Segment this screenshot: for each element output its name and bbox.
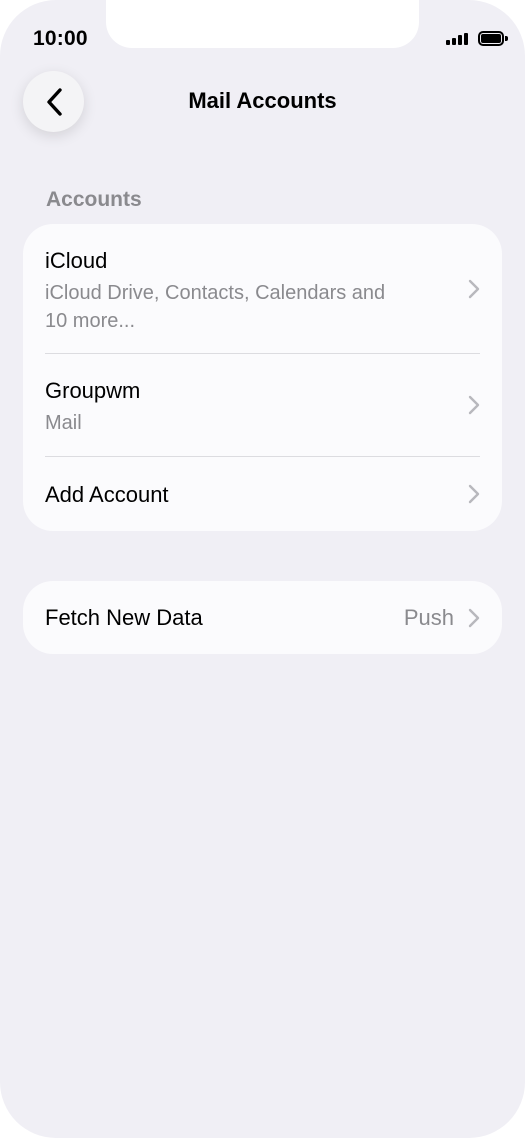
fetch-row-content: Fetch New Data Push (23, 581, 502, 654)
account-row-icloud[interactable]: iCloud iCloud Drive, Contacts, Calendars… (23, 224, 502, 353)
fetch-new-data-label: Fetch New Data (45, 605, 203, 630)
account-row-groupwm[interactable]: Groupwm Mail (23, 354, 502, 456)
fetch-new-data-value: Push (403, 605, 454, 630)
page-title: Mail Accounts (188, 88, 337, 113)
add-account-label: Add Account (45, 482, 169, 507)
account-subtitle: Mail (45, 412, 82, 434)
notch (106, 0, 419, 48)
chevron-right-icon (468, 608, 480, 628)
account-subtitle-more: 10 more... (45, 310, 136, 332)
chevron-right-icon (468, 395, 480, 415)
status-time: 10:00 (33, 27, 88, 50)
battery-icon (478, 31, 508, 46)
chevron-right-icon (468, 279, 480, 299)
account-subtitle: iCloud Drive, Contacts, Calendars and (45, 282, 386, 304)
phone-screen: 10:00 Mail Accounts Accounts iCloud iClo… (0, 0, 525, 1138)
chevron-right-icon (468, 484, 480, 504)
add-account-row[interactable]: Add Account (23, 457, 502, 531)
section-header-accounts: Accounts (46, 188, 142, 211)
cellular-signal-icon (446, 33, 468, 45)
accounts-list: iCloud iCloud Drive, Contacts, Calendars… (23, 224, 502, 531)
account-title: iCloud (45, 248, 108, 273)
account-title: Groupwm (45, 378, 141, 403)
fetch-new-data-row[interactable]: Fetch New Data Push (23, 581, 502, 654)
